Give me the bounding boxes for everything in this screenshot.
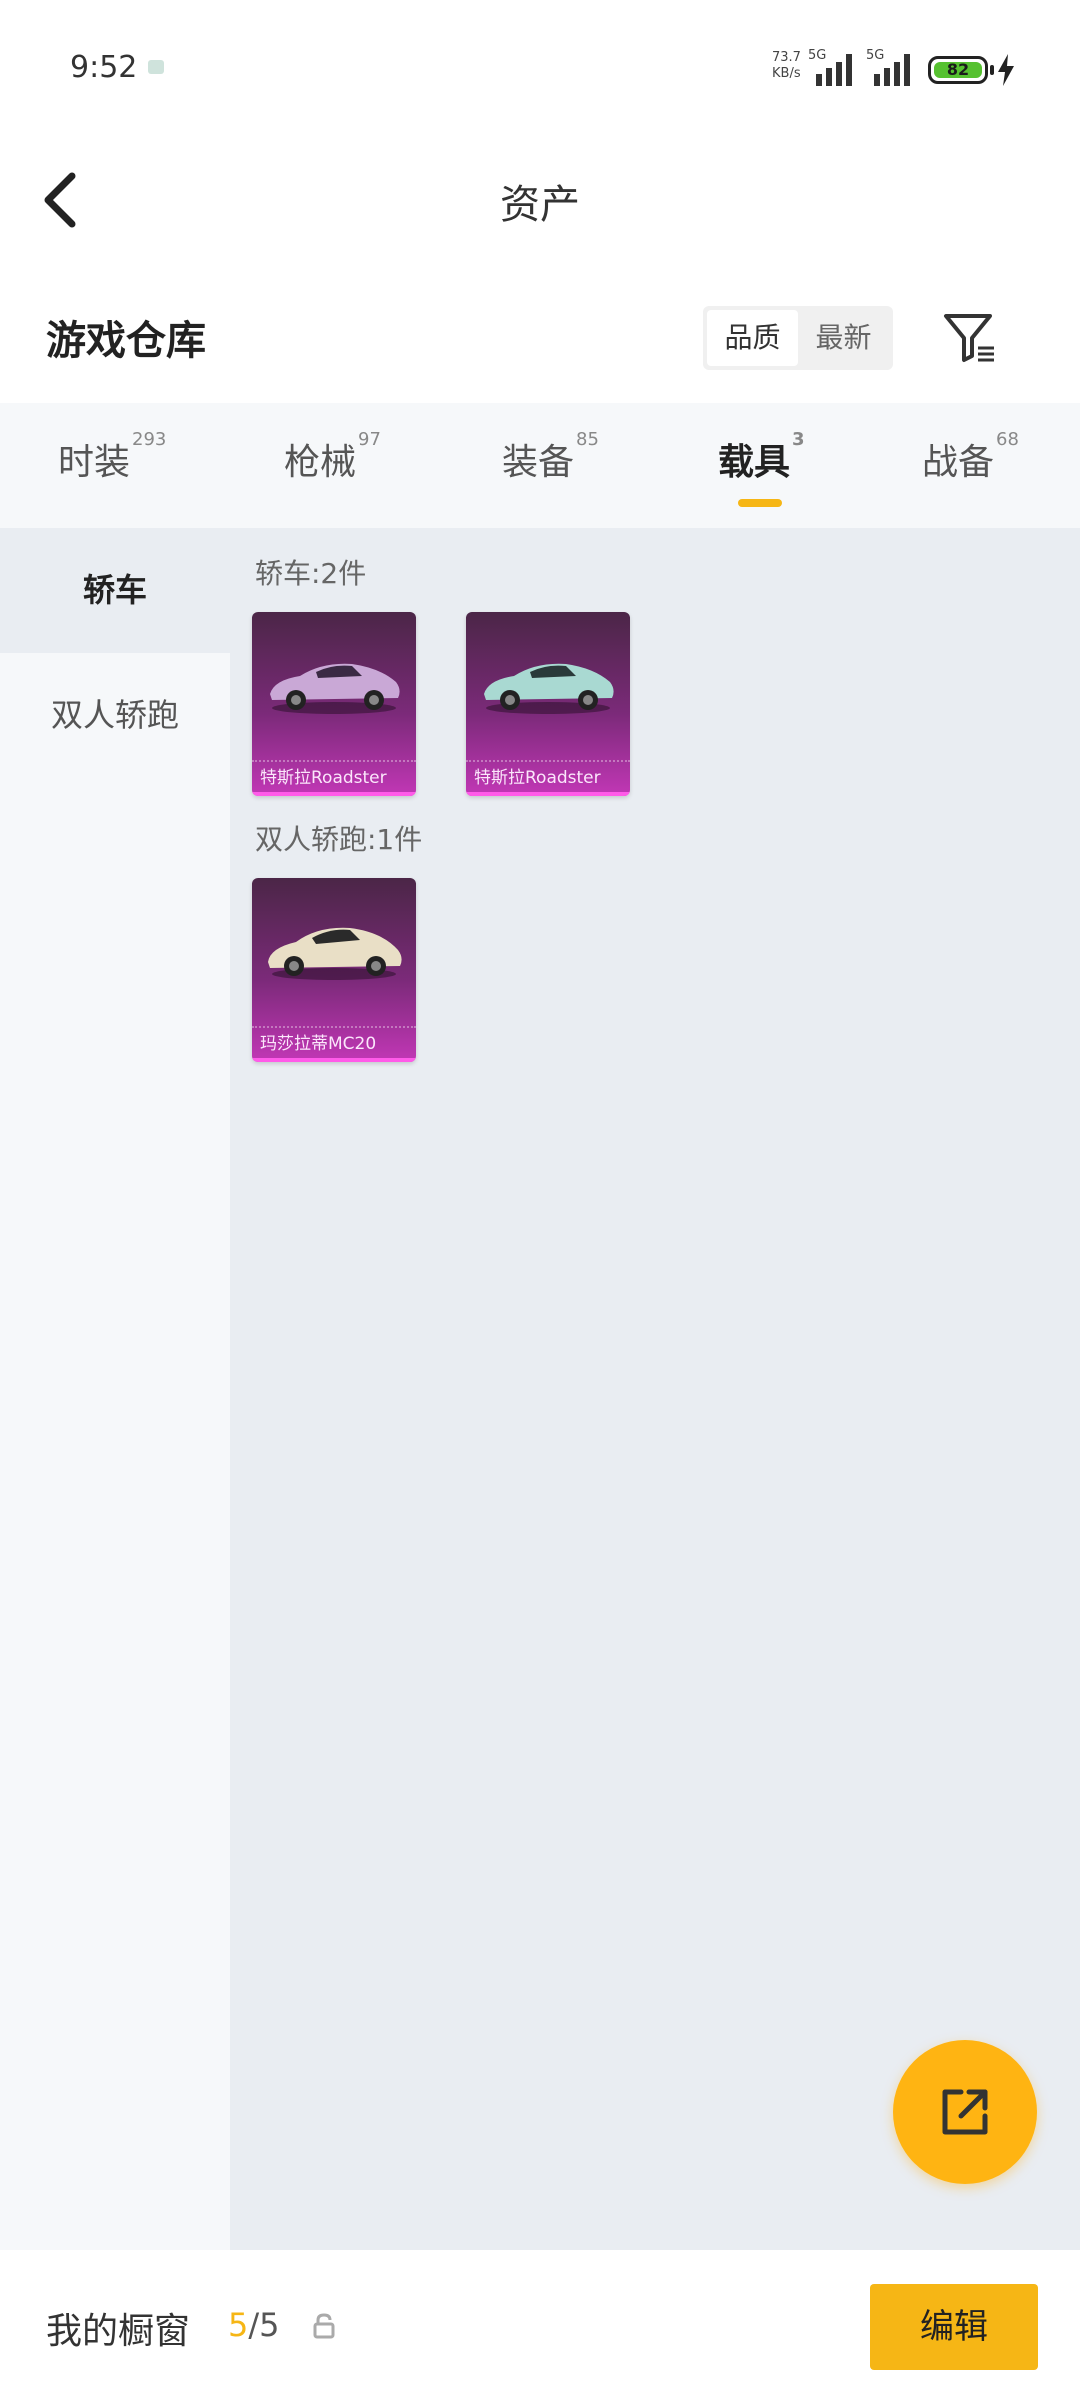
- filter-icon: [944, 314, 994, 362]
- battery-tip: [990, 65, 994, 75]
- rarity-bar: [252, 1058, 416, 1062]
- group-label-sedan: 轿车:2件: [255, 557, 367, 590]
- rarity-bar: [252, 792, 416, 796]
- share-external-icon: [942, 2089, 988, 2135]
- car-icon: [484, 663, 614, 714]
- battery-percent: 82: [946, 60, 970, 79]
- lock-icon: [313, 2313, 335, 2339]
- signal-icon: [874, 54, 910, 86]
- filter-button[interactable]: [940, 308, 1000, 368]
- tab-equipment[interactable]: 装备85: [502, 429, 599, 485]
- notification-icon: [148, 60, 164, 74]
- rarity-bar: [466, 792, 630, 796]
- sort-option-quality[interactable]: 品质: [707, 310, 798, 366]
- sidebar-item-sedan[interactable]: 轿车: [0, 528, 230, 653]
- item-card[interactable]: 玛莎拉蒂MC20: [252, 878, 416, 1062]
- group-label-coupe: 双人轿跑:1件: [255, 823, 423, 856]
- subcategory-sidebar: 轿车 双人轿跑: [0, 528, 230, 2250]
- sort-option-newest[interactable]: 最新: [798, 310, 889, 366]
- car-icon: [270, 663, 400, 714]
- showcase-label: 我的橱窗: [46, 2311, 191, 2352]
- item-name: 特斯拉Roadster: [252, 760, 416, 792]
- asset-page: 9:52 73.7 KB/s 5G 5G 82 资产 游戏仓库 品质 最新 时装…: [0, 0, 1080, 2400]
- header: 资产: [0, 140, 1080, 260]
- car-icon: [268, 927, 402, 980]
- sort-toggle: 品质 最新: [703, 306, 893, 370]
- page-title: 资产: [500, 182, 580, 228]
- tab-combat-gear[interactable]: 战备68: [922, 429, 1019, 485]
- showcase-count: 5/5: [228, 2306, 280, 2344]
- active-tab-indicator: [738, 499, 782, 507]
- status-bar: 9:52 73.7 KB/s 5G 5G 82: [0, 0, 1080, 140]
- battery-icon: 82: [928, 56, 988, 84]
- network-speed: 73.7 KB/s: [772, 50, 801, 81]
- item-grid: 轿车:2件 特斯拉Roadster 特斯拉Roadster 双人轿跑:1件 玛莎…: [230, 528, 1080, 2250]
- sidebar-item-coupe[interactable]: 双人轿跑: [0, 653, 230, 778]
- share-fab[interactable]: [893, 2040, 1037, 2184]
- signal-icon: [816, 54, 852, 86]
- charging-icon: [998, 54, 1014, 86]
- bottom-bar: 我的橱窗 5/5 编辑: [0, 2250, 1080, 2400]
- item-card[interactable]: 特斯拉Roadster: [466, 612, 630, 796]
- tab-weapons[interactable]: 枪械97: [284, 429, 381, 485]
- tab-vehicles[interactable]: 载具3: [718, 429, 805, 485]
- status-time: 9:52: [70, 50, 138, 85]
- item-name: 特斯拉Roadster: [466, 760, 630, 792]
- item-card[interactable]: 特斯拉Roadster: [252, 612, 416, 796]
- warehouse-title: 游戏仓库: [46, 318, 206, 364]
- item-name: 玛莎拉蒂MC20: [252, 1026, 416, 1058]
- tab-fashion[interactable]: 时装293: [58, 429, 166, 485]
- warehouse-row: 游戏仓库 品质 最新: [0, 280, 1080, 390]
- edit-button[interactable]: 编辑: [870, 2284, 1038, 2370]
- category-tabs: 时装293 枪械97 装备85 载具3 战备68: [0, 403, 1080, 528]
